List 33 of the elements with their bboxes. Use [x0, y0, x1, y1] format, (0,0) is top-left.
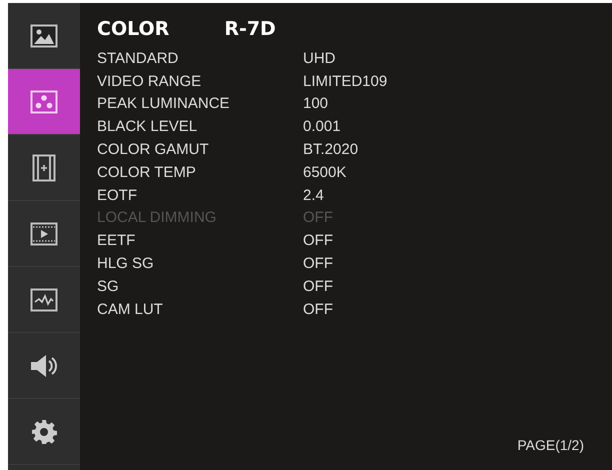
page-indicator: PAGE(1/2) [517, 437, 584, 453]
setting-value: 0.001 [303, 118, 341, 136]
setting-value: OFF [303, 278, 333, 295]
frame-icon [32, 154, 56, 182]
setting-label[interactable]: CAM LUT [97, 300, 303, 318]
setting-label[interactable]: COLOR GAMUT [97, 141, 303, 158]
setting-value: BT.2020 [303, 141, 358, 158]
setting-value: OFF [303, 255, 333, 272]
picture-icon [30, 24, 58, 48]
setting-value: OFF [303, 232, 333, 250]
setting-value: 100 [303, 95, 328, 112]
speaker-icon [29, 352, 59, 378]
setting-label[interactable]: PEAK LUMINANCE [97, 95, 303, 112]
setting-label[interactable]: EETF [97, 232, 303, 250]
setting-label[interactable]: HLG SG [97, 255, 303, 272]
setting-label[interactable]: BLACK LEVEL [97, 118, 303, 136]
setting-value: LIMITED109 [303, 72, 388, 90]
setting-label[interactable]: STANDARD [97, 50, 303, 67]
menu-title: COLOR [97, 18, 170, 40]
waveform-icon [30, 288, 58, 312]
setting-value: OFF [303, 209, 333, 226]
film-icon [30, 222, 58, 246]
setting-value: 2.4 [303, 186, 324, 204]
setting-label[interactable]: VIDEO RANGE [97, 72, 303, 90]
palette-icon [30, 90, 58, 114]
model-name: R-7D [224, 18, 276, 40]
setting-value: 6500K [303, 164, 346, 181]
settings-icon [31, 418, 57, 444]
setting-value: OFF [303, 300, 333, 318]
setting-label[interactable]: SG [97, 278, 303, 295]
setting-label[interactable]: EOTF [97, 186, 303, 204]
setting-label[interactable]: COLOR TEMP [97, 164, 303, 181]
setting-value: UHD [303, 50, 336, 67]
